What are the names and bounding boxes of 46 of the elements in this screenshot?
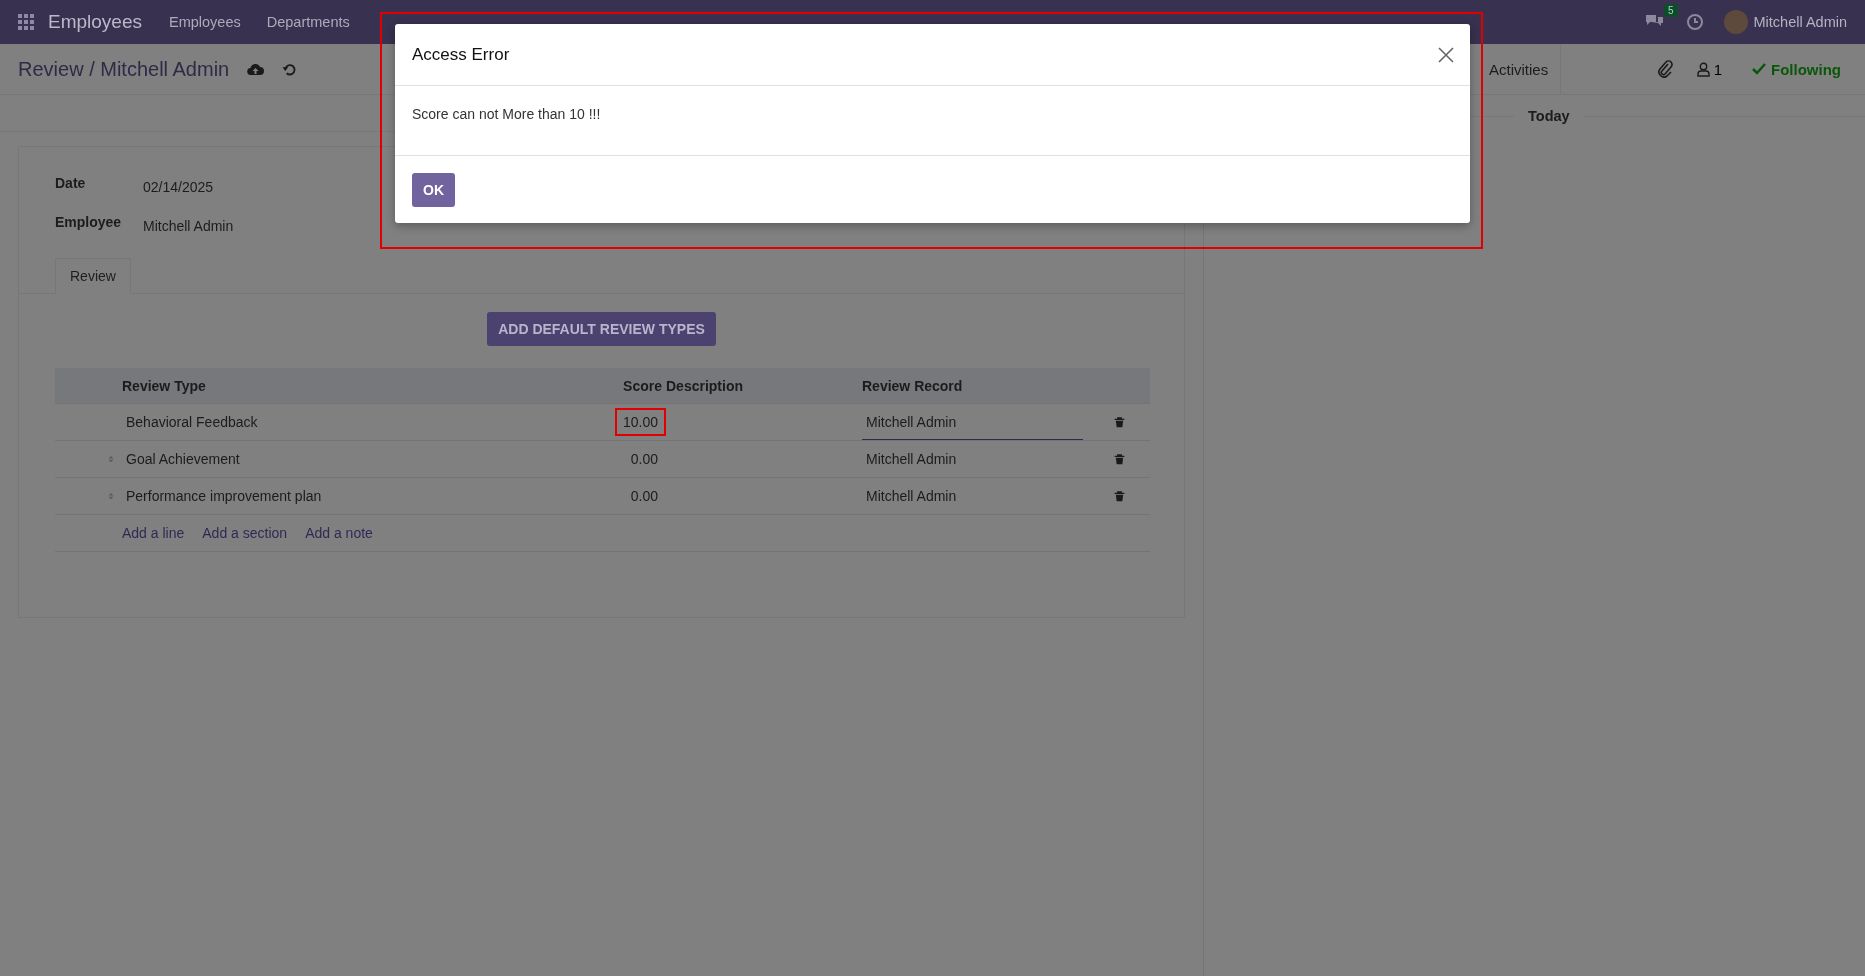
add-link[interactable]: Add a note	[305, 525, 373, 541]
table-cell[interactable]: Behavioral Feedback	[122, 414, 490, 430]
ok-button[interactable]: OK	[412, 172, 455, 207]
user-name[interactable]: Mitchell Admin	[1753, 14, 1847, 30]
table-cell[interactable]: 0.00	[622, 482, 666, 510]
field-label: Employee	[55, 214, 123, 230]
column-header[interactable]: Review Record	[862, 377, 1089, 394]
close-icon[interactable]	[1438, 46, 1454, 63]
check-icon	[1752, 63, 1766, 75]
menu-item[interactable]: Employees	[156, 14, 254, 30]
table-cell[interactable]: Mitchell Admin	[862, 441, 1089, 477]
clock-icon[interactable]	[1685, 13, 1704, 31]
following-button[interactable]: Following	[1746, 59, 1847, 79]
trash-icon[interactable]	[1113, 489, 1126, 503]
table-cell[interactable]: Mitchell Admin	[862, 478, 1089, 514]
paperclip-icon[interactable]	[1656, 60, 1673, 78]
tab[interactable]: Review	[55, 258, 131, 294]
field-label: Date	[55, 175, 87, 191]
add-link[interactable]: Add a line	[122, 525, 185, 541]
person-icon	[1696, 61, 1710, 77]
field-value: 02/14/2025	[143, 178, 214, 195]
dialog-message: Score can not More than 10 !!!	[412, 106, 601, 122]
add-link[interactable]: Add a section	[202, 525, 288, 541]
field-value: Mitchell Admin	[143, 217, 234, 234]
add-review-types-button[interactable]: ADD DEFAULT REVIEW TYPES	[487, 312, 716, 346]
column-header[interactable]: Description	[666, 377, 862, 394]
column-header[interactable]: Review Type	[122, 377, 490, 394]
trash-icon[interactable]	[1113, 415, 1126, 429]
table-cell[interactable]: 0.00	[622, 445, 666, 473]
date-separator: Today	[1527, 108, 1571, 124]
message-count-badge: 5	[1663, 4, 1678, 17]
trash-icon[interactable]	[1113, 452, 1126, 466]
followers-button[interactable]: 1	[1690, 59, 1728, 79]
table-cell[interactable]: 10.00	[614, 408, 666, 436]
app-menu-icon[interactable]	[18, 14, 34, 30]
undo-icon[interactable]	[282, 61, 298, 77]
menu-item[interactable]: Departments	[253, 14, 363, 30]
table-cell[interactable]: Goal Achievement	[122, 451, 490, 467]
app-name[interactable]: Employees	[48, 11, 142, 33]
column-header[interactable]: Score	[623, 377, 666, 394]
table-cell[interactable]: Performance improvement plan	[122, 488, 490, 504]
record-field[interactable]: Mitchell Admin	[862, 404, 1083, 440]
activities-button[interactable]: Activities	[1489, 44, 1562, 94]
breadcrumb: Review / Mitchell Admin	[18, 57, 230, 81]
dialog-title: Access Error	[412, 44, 510, 65]
cloud-upload-icon[interactable]	[247, 62, 265, 76]
